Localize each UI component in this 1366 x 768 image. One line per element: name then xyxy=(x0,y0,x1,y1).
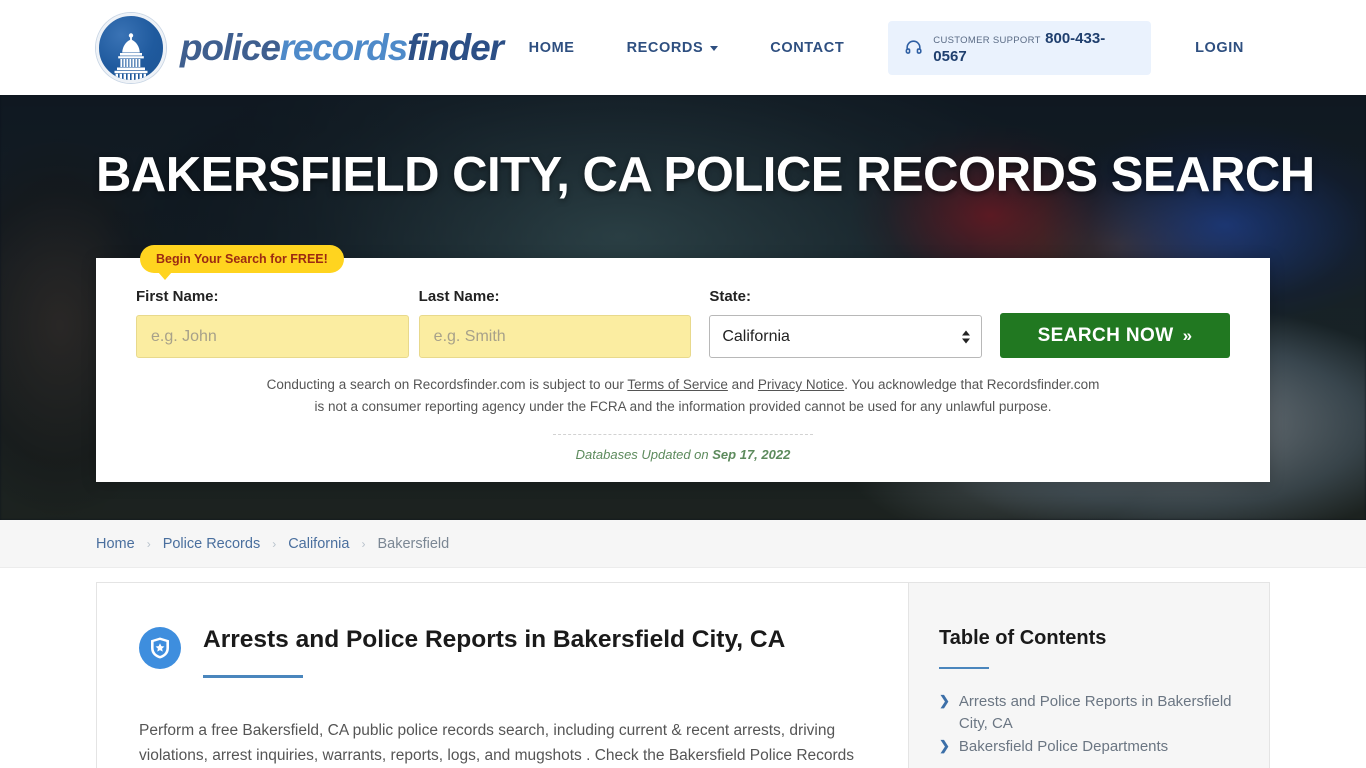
hero-section: BAKERSFIELD CITY, CA POLICE RECORDS SEAR… xyxy=(0,95,1366,520)
last-name-field-group: Last Name: xyxy=(418,288,692,358)
breadcrumb-bar: Home › Police Records › California › Bak… xyxy=(0,520,1366,568)
toc-item[interactable]: ❯ Bakersfield Police Departments xyxy=(939,736,1235,758)
breadcrumb-separator-icon: › xyxy=(361,536,366,551)
state-select[interactable]: California xyxy=(709,315,983,358)
capitol-dome-icon xyxy=(96,12,166,83)
dashed-divider xyxy=(553,433,813,435)
table-of-contents-card: Table of Contents ❯ Arrests and Police R… xyxy=(908,582,1270,768)
databases-updated: Databases Updated on Sep 17, 2022 xyxy=(136,447,1230,462)
article-title: Arrests and Police Reports in Bakersfiel… xyxy=(203,626,786,653)
breadcrumb-separator-icon: › xyxy=(146,536,151,551)
search-form-wrapper: Begin Your Search for FREE! First Name: … xyxy=(96,245,1270,482)
brand-logo[interactable]: policerecordsfinder xyxy=(96,12,504,83)
nav-item-records-label: RECORDS xyxy=(626,39,704,56)
article-header: Arrests and Police Reports in Bakersfiel… xyxy=(139,625,862,678)
disclaimer-text-1: Conducting a search on Recordsfinder.com… xyxy=(266,377,628,392)
privacy-notice-link[interactable]: Privacy Notice xyxy=(758,377,844,392)
support-label: CUSTOMER SUPPORT xyxy=(933,34,1041,46)
first-name-label: First Name: xyxy=(136,288,219,305)
nav-item-login-label: LOGIN xyxy=(1195,39,1244,56)
search-form-card: First Name: Last Name: State: California xyxy=(96,258,1270,482)
toc-link-arrests-reports[interactable]: Arrests and Police Reports in Bakersfiel… xyxy=(959,691,1235,735)
search-disclaimer: Conducting a search on Recordsfinder.com… xyxy=(263,374,1103,418)
headset-icon xyxy=(904,38,923,57)
nav-item-login[interactable]: LOGIN xyxy=(1169,30,1270,66)
last-name-label: Last Name: xyxy=(418,288,500,305)
article-card: Arrests and Police Reports in Bakersfiel… xyxy=(96,582,908,768)
police-badge-icon xyxy=(139,627,181,669)
nav-item-contact-label: CONTACT xyxy=(770,39,845,56)
toc-list: ❯ Arrests and Police Reports in Bakersfi… xyxy=(939,691,1235,768)
free-search-badge: Begin Your Search for FREE! xyxy=(140,245,344,280)
double-chevron-right-icon: » xyxy=(1182,325,1193,345)
page-title: BAKERSFIELD CITY, CA POLICE RECORDS SEAR… xyxy=(96,148,1315,202)
nav-item-home-label: HOME xyxy=(528,39,575,56)
breadcrumb-separator-icon: › xyxy=(272,536,277,551)
nav-item-records[interactable]: RECORDS xyxy=(601,30,745,66)
state-label: State: xyxy=(709,288,752,305)
toc-underline xyxy=(939,667,989,669)
search-form-row: First Name: Last Name: State: California xyxy=(136,288,1231,358)
chevron-down-icon xyxy=(710,46,719,51)
brand-wordmark: policerecordsfinder xyxy=(180,26,504,69)
customer-support-button[interactable]: CUSTOMER SUPPORT 800-433-0567 xyxy=(888,20,1152,75)
title-underline xyxy=(203,674,303,678)
last-name-input[interactable] xyxy=(418,315,692,358)
databases-updated-prefix: Databases Updated on xyxy=(575,446,713,462)
breadcrumb-item-police-records[interactable]: Police Records xyxy=(163,536,261,552)
article-body-paragraph: Perform a free Bakersfield, CA public po… xyxy=(139,721,855,764)
article-title-block: Arrests and Police Reports in Bakersfiel… xyxy=(203,625,785,678)
toc-link-police-departments[interactable]: Bakersfield Police Departments xyxy=(959,736,1168,758)
state-select-shell: California xyxy=(709,315,983,358)
breadcrumb-item-california[interactable]: California xyxy=(288,536,349,552)
site-header: policerecordsfinder HOME RECORDS CONTACT… xyxy=(0,0,1366,95)
terms-of-service-link[interactable]: Terms of Service xyxy=(627,377,728,392)
first-name-input[interactable] xyxy=(136,315,409,358)
first-name-field-group: First Name: xyxy=(136,288,409,358)
brand-part-1: police xyxy=(180,26,281,68)
nav-item-contact[interactable]: CONTACT xyxy=(744,30,870,66)
chevron-right-icon: ❯ xyxy=(939,738,950,754)
content-area: Arrests and Police Reports in Bakersfiel… xyxy=(0,568,1366,768)
search-now-label: SEARCH NOW xyxy=(1037,324,1174,346)
nav-item-home[interactable]: HOME xyxy=(503,30,601,66)
brand-part-2: records xyxy=(279,26,409,68)
breadcrumb-item-bakersfield: Bakersfield xyxy=(377,535,450,552)
toc-item[interactable]: ❯ Arrests and Police Reports in Bakersfi… xyxy=(939,691,1235,735)
main-navigation: HOME RECORDS CONTACT CUSTOMER SUPPORT 80… xyxy=(503,20,1366,75)
chevron-right-icon: ❯ xyxy=(939,693,950,708)
databases-updated-date: Sep 17, 2022 xyxy=(712,446,791,462)
brand-part-3: finder xyxy=(407,26,504,68)
state-field-group: State: California xyxy=(709,288,983,358)
toc-title: Table of Contents xyxy=(939,627,1107,649)
breadcrumb-item-home[interactable]: Home xyxy=(96,536,135,552)
disclaimer-text-2: and xyxy=(727,377,758,392)
breadcrumb: Home › Police Records › California › Bak… xyxy=(96,536,449,552)
search-now-button[interactable]: SEARCH NOW » xyxy=(1000,313,1231,358)
